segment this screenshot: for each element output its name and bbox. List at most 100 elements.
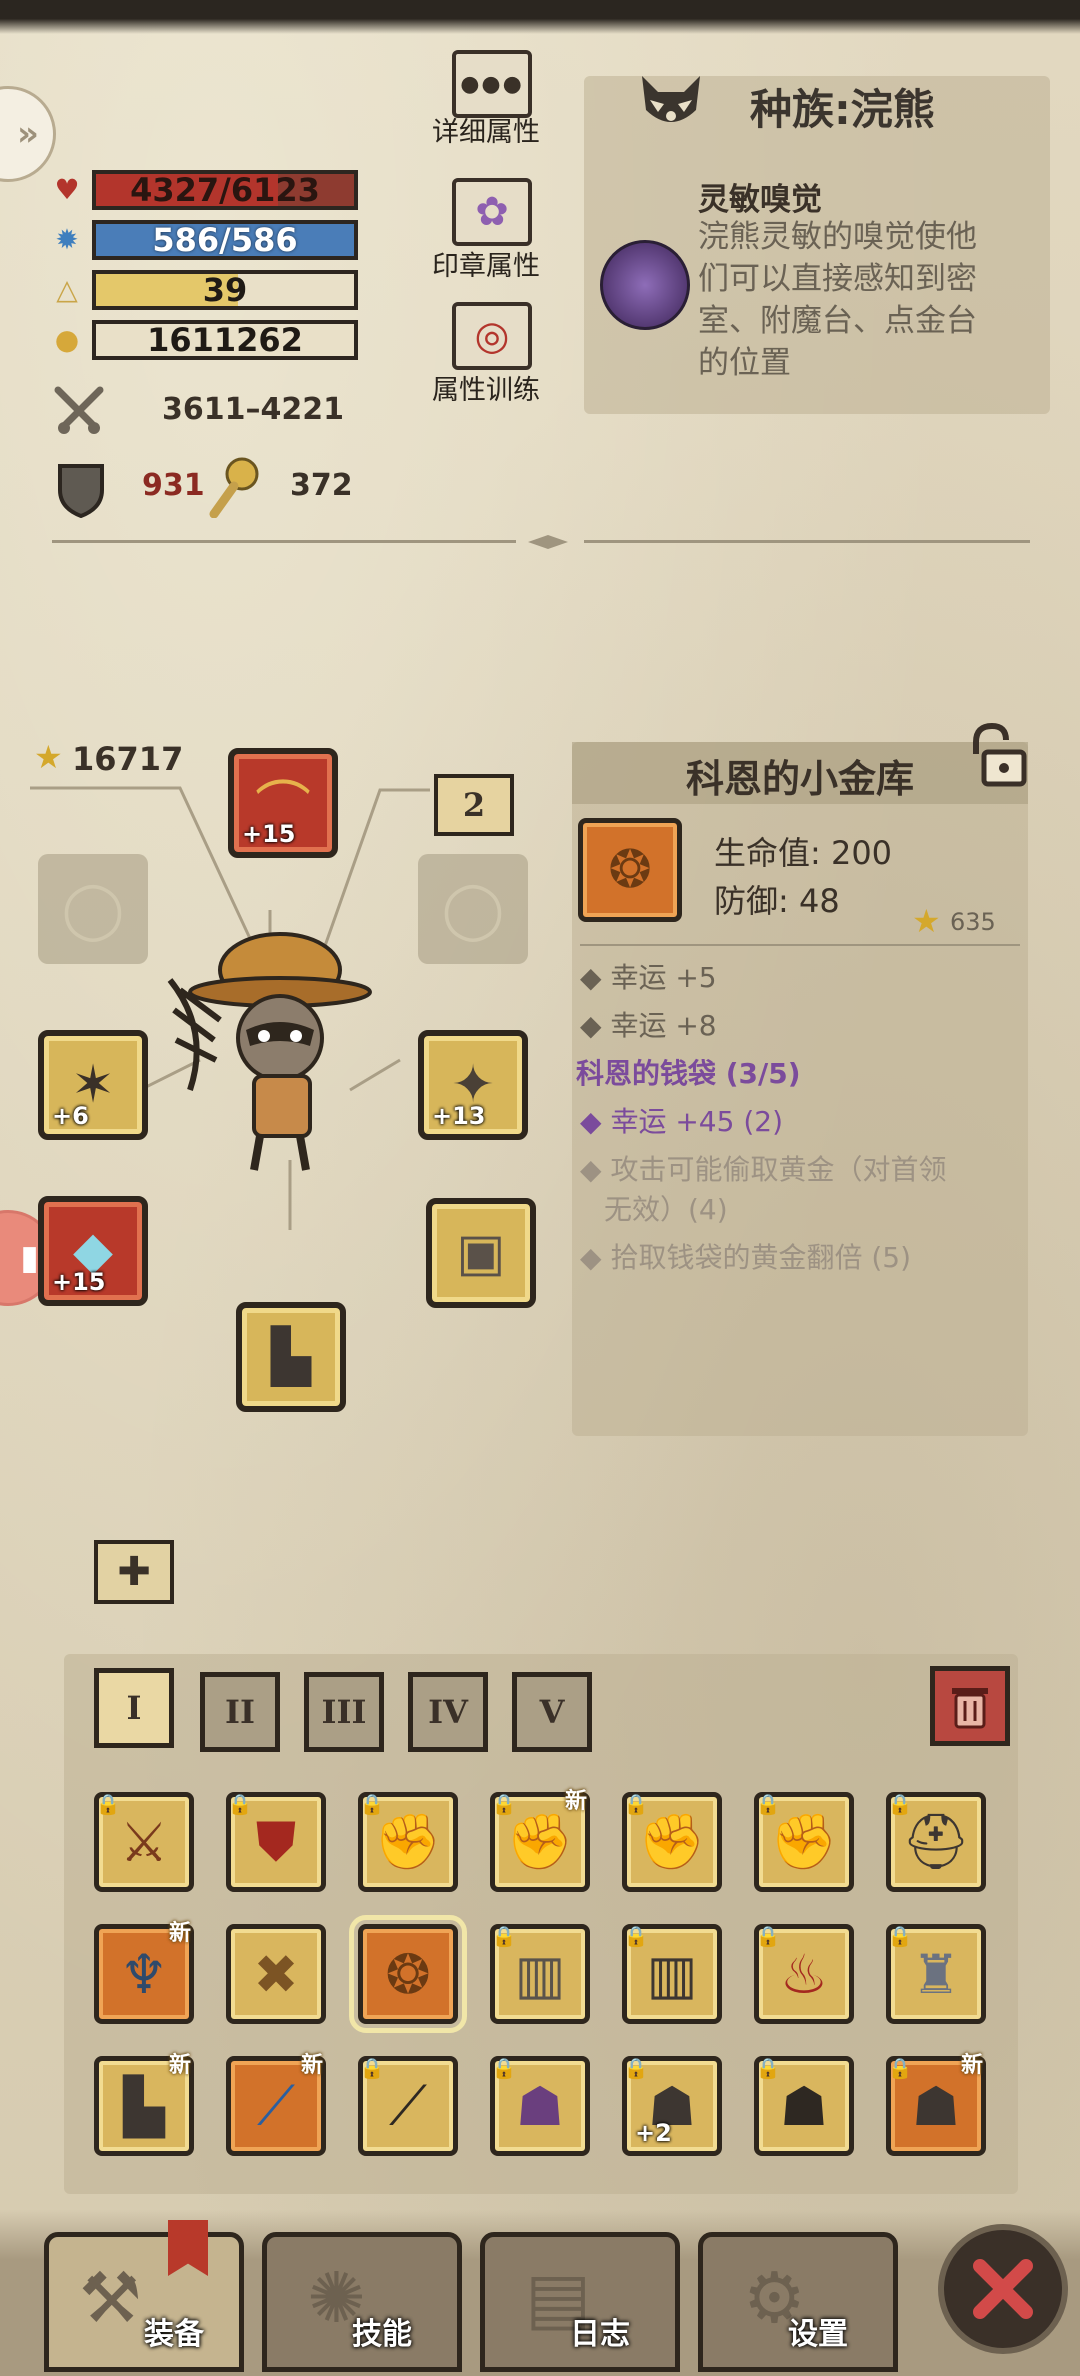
tunic-icon: ✖	[253, 1942, 299, 2006]
set-effect-line: 无效）(4)	[604, 1188, 728, 1228]
target-icon: ◎	[474, 313, 510, 359]
shield-icon	[56, 462, 106, 519]
detail-attributes-button[interactable]: ●●●	[452, 50, 532, 118]
skill-description: 浣熊灵敏的嗅觉使他 们可以直接感知到密 室、附魔台、点金台 的位置	[698, 216, 977, 384]
hood-icon: ☗	[911, 2074, 961, 2138]
inventory-item-leg-armor[interactable]: 🔒 ▥	[490, 1924, 590, 2024]
weapon-slot[interactable]: ✶ +6	[38, 1030, 148, 1140]
fire-armor-icon: ♨	[779, 1942, 829, 2006]
inventory-item-dark-hood[interactable]: 🔒 ☗ +2	[622, 2056, 722, 2156]
gauntlet-icon: ✊	[374, 1810, 442, 1873]
inventory-tab-3[interactable]: III	[304, 1672, 384, 1752]
helmet-slot[interactable]: ⌒ +15	[228, 748, 338, 858]
skill-name: 灵敏嗅觉	[698, 182, 822, 218]
add-slot-button[interactable]: ✚	[94, 1540, 174, 1604]
nav-label: 装备	[144, 2317, 204, 2352]
ring-slot-right[interactable]: ◯	[418, 854, 528, 964]
inventory-item-shadow-cloak[interactable]: 🔒 ☗	[754, 2056, 854, 2156]
inventory-item-gauntlet[interactable]: 🔒 ✊	[754, 1792, 854, 1892]
inventory-item-gauntlet[interactable]: 🔒 新 ✊	[490, 1789, 590, 1892]
inventory-item-dark-hood[interactable]: 🔒 新 ☗	[886, 2053, 986, 2156]
coin-sack-icon: ❂	[608, 840, 652, 900]
inventory-tab-4[interactable]: IV	[408, 1672, 488, 1752]
tab-label: V	[539, 1693, 565, 1731]
nav-settings[interactable]: ⚙ 设置	[698, 2232, 898, 2372]
boots-slot[interactable]: ▙	[236, 1302, 346, 1412]
new-tag: 新	[564, 1789, 587, 1814]
inventory-item-bracer[interactable]: 🔒 ⟋	[358, 2056, 458, 2156]
close-button[interactable]	[938, 2224, 1068, 2354]
set-effect-line: ◆ 幸运 +45 (2)	[580, 1105, 783, 1138]
inventory-item-leg-armor[interactable]: 🔒 ▥	[622, 1924, 722, 2024]
set-name: 科恩的钱袋 (3/5)	[576, 1057, 801, 1090]
sword-icon: ⚔	[119, 1810, 169, 1874]
inventory-item-knight-helm[interactable]: 🔒 ⛑	[886, 1792, 986, 1892]
mana-bar: 586/586	[92, 220, 358, 260]
bracer-icon: ⟋	[389, 2074, 427, 2137]
nav-equipment[interactable]: ⚒ 装备	[44, 2232, 244, 2372]
skill-desc-line: 浣熊灵敏的嗅觉使他	[698, 219, 977, 255]
item-plus: +2	[635, 2119, 672, 2147]
attribute-training-button[interactable]: ◎	[452, 302, 532, 370]
divider-right	[584, 540, 1030, 543]
nav-journal[interactable]: ▤ 日志	[480, 2232, 680, 2372]
level-text: 39	[202, 271, 248, 309]
set-effect-text: 无效）(4)	[604, 1193, 728, 1226]
bonus-line: ◆ 幸运 +5	[580, 961, 717, 994]
item-score-star-icon: ★	[912, 902, 941, 940]
item-defense: 防御: 48	[714, 882, 840, 920]
lock-icon: 🔒	[755, 1924, 781, 1948]
inventory-item-fire-armor[interactable]: 🔒 ♨	[754, 1924, 854, 2024]
offhand-slot[interactable]: ✦ +13	[418, 1030, 528, 1140]
new-tag: 新	[960, 2053, 983, 2078]
amulet-slot[interactable]: ◆ +15	[38, 1196, 148, 1306]
inventory-item-bat-cape[interactable]: 新 ♆	[94, 1921, 194, 2024]
unlock-icon[interactable]	[962, 720, 1034, 792]
ring-icon: ◯	[61, 876, 125, 942]
lock-icon: 🔒	[359, 1792, 385, 1816]
lock-icon: 🔒	[491, 2056, 517, 2080]
trash-button[interactable]	[930, 1666, 1010, 1746]
mana-text: 586/586	[152, 221, 298, 259]
coin-sack-icon: ❂	[385, 1942, 431, 2006]
inventory-tab-5[interactable]: V	[512, 1672, 592, 1752]
sound-icon: ▮	[20, 1238, 39, 1278]
equipment-page-button[interactable]: 2	[434, 774, 514, 836]
inventory-item-spiked-armor[interactable]: 🔒 ♜	[886, 1924, 986, 2024]
inventory-item-purple-hood[interactable]: 🔒 ☗	[490, 2056, 590, 2156]
inventory-item-sword[interactable]: 🔒 ⚔	[94, 1792, 194, 1892]
chevron-right-icon: »	[17, 114, 39, 154]
tab-label: IV	[428, 1693, 468, 1731]
skill-desc-line: 的位置	[698, 345, 791, 381]
cloak-icon: ☗	[779, 2074, 829, 2138]
close-icon	[973, 2259, 1033, 2319]
spiked-armor-icon: ♜	[911, 1942, 961, 2006]
inventory-item-boots[interactable]: 新 ▙	[94, 2053, 194, 2156]
item-divider	[580, 944, 1020, 946]
helmet-plus: +15	[242, 820, 296, 848]
ring-slot-left[interactable]: ◯	[38, 854, 148, 964]
gold-coins-icon: ●	[54, 322, 80, 356]
inventory-tab-2[interactable]: II	[200, 1672, 280, 1752]
inventory-item-gauntlet[interactable]: 🔒 ✊	[622, 1792, 722, 1892]
divider-left	[52, 540, 516, 543]
item-hp: 生命值: 200	[714, 834, 893, 872]
skill-desc-line: 们可以直接感知到密	[698, 261, 977, 297]
bracer-icon: ⟋	[257, 2074, 295, 2137]
inventory-item-coin-sack-selected[interactable]: ❂	[349, 1915, 467, 2033]
inventory-item-tunic[interactable]: ✖	[226, 1924, 326, 2024]
ring-icon: ◯	[441, 876, 505, 942]
inventory-item-gauntlet[interactable]: 🔒 ✊	[358, 1792, 458, 1892]
seal-attributes-button[interactable]: ✿	[452, 178, 532, 246]
inventory-item-blue-bracer[interactable]: 新 ⟋	[226, 2053, 326, 2156]
nav-skills[interactable]: ✺ 技能	[262, 2232, 462, 2372]
inventory-item-chest-armor[interactable]: 🔒 ⛊	[226, 1792, 326, 1892]
lock-icon: 🔒	[887, 1924, 913, 1948]
lock-icon: 🔒	[491, 1792, 517, 1816]
inventory-tab-1[interactable]: I	[94, 1668, 174, 1748]
armor-slot[interactable]: ▣	[426, 1198, 536, 1308]
gauntlet-icon: ✊	[506, 1810, 574, 1873]
trash-icon	[952, 1688, 988, 1729]
raccoon-skill-icon	[600, 240, 690, 330]
leg-armor-icon: ▥	[646, 1942, 698, 2006]
